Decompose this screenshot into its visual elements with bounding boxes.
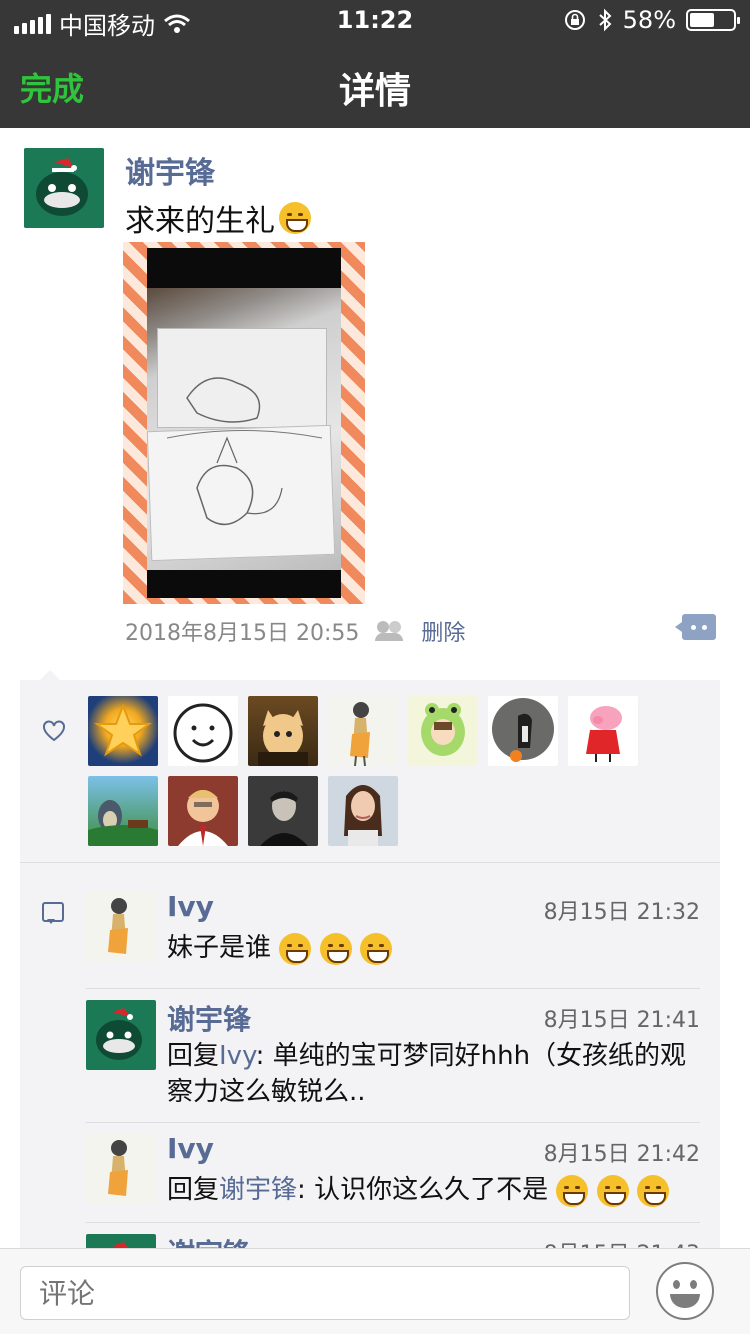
liker-avatar-grid [88, 696, 708, 846]
squint-laugh-emoji-icon [556, 1174, 589, 1207]
avatar-illustration [24, 148, 104, 228]
post-text: 求来的生礼 [125, 196, 311, 240]
grin-emoji-icon [359, 932, 392, 965]
comment-time: 8月15日 21:42 [543, 1142, 700, 1167]
liker-avatar[interactable] [168, 776, 238, 846]
liker-avatar[interactable] [408, 696, 478, 766]
bluetooth-icon [598, 8, 612, 32]
commenter-name[interactable]: Ivy [167, 1132, 214, 1165]
battery-percent: 58% [622, 6, 676, 34]
comment-time: 8月15日 21:43 [544, 1236, 700, 1248]
comment-item[interactable]: Ivy 8月15日 21:42 回复谢宇锋: 认识你这么久了不是 [86, 1132, 700, 1224]
comment-item[interactable]: 谢宇锋 8月15日 21:41 回复Ivy: 单纯的宝可梦同好hhh（女孩纸的观… [86, 1000, 700, 1124]
author-avatar[interactable] [24, 148, 104, 228]
squint-laugh-emoji-icon [636, 1174, 669, 1207]
comment-body: 妹子是谁 [167, 933, 272, 963]
commenter-avatar[interactable] [86, 1134, 156, 1204]
panel-arrow [40, 660, 60, 680]
post-timestamp: 2018年8月15日 20:55 [125, 621, 360, 646]
post-author-name[interactable]: 谢宇锋 [125, 148, 215, 192]
page-title: 详情 [338, 71, 411, 112]
liker-avatar[interactable] [88, 776, 158, 846]
comment-time: 8月15日 21:41 [543, 1008, 700, 1033]
battery-icon [686, 9, 740, 31]
comment-body: 认识你这么久了不是 [314, 1175, 549, 1205]
panel-divider [20, 862, 720, 863]
comment-separator [86, 988, 700, 989]
commenter-name[interactable]: 谢宇锋 [167, 998, 251, 1038]
liker-avatar[interactable] [88, 696, 158, 766]
moment-detail: 谢宇锋 求来的生礼 2018年8月15日 20:55 删除 Ivy 8月15日 … [0, 128, 750, 1248]
commenter-avatar[interactable] [86, 1234, 156, 1248]
post-text-content: 求来的生礼 [125, 204, 275, 239]
liker-avatar[interactable] [248, 696, 318, 766]
commenter-avatar[interactable] [86, 892, 156, 962]
commenter-name[interactable]: 谢宇锋 [167, 1232, 251, 1248]
reply-prefix: 回复 [167, 1175, 220, 1205]
navigation-bar: 完成 详情 [0, 40, 750, 128]
comment-item[interactable]: 谢宇锋 8月15日 21:43 [86, 1234, 700, 1248]
liker-avatar[interactable] [328, 776, 398, 846]
comment-text: 回复谢宇锋: 认识你这么久了不是 [167, 1172, 700, 1208]
delete-post-button[interactable]: 删除 [421, 615, 465, 647]
grin-emoji-icon [319, 932, 352, 965]
reply-separator: : [255, 1041, 273, 1071]
commenter-avatar[interactable] [86, 1000, 156, 1070]
comment-bubble-icon [42, 902, 64, 924]
squint-laugh-emoji-icon [596, 1174, 629, 1207]
commenter-name[interactable]: Ivy [167, 890, 214, 923]
visibility-people-icon [375, 621, 405, 641]
emoji-picker-icon[interactable] [656, 1262, 714, 1320]
comment-action-button[interactable] [675, 614, 716, 640]
comment-input[interactable] [20, 1266, 630, 1320]
liker-avatar[interactable] [248, 776, 318, 846]
photo-frame [146, 248, 341, 598]
rotation-lock-icon [564, 10, 585, 30]
reply-target-name[interactable]: Ivy [219, 1041, 256, 1071]
reply-target-name[interactable]: 谢宇锋 [219, 1175, 297, 1205]
liker-avatar[interactable] [568, 696, 638, 766]
comment-separator [86, 1222, 700, 1223]
likes-comments-panel: Ivy 8月15日 21:32 妹子是谁 谢宇锋 8月15日 21:41 回复I… [20, 680, 720, 1248]
reply-prefix: 回复 [167, 1041, 220, 1071]
comment-input-bar [0, 1248, 750, 1334]
status-bar: 中国移动 11:22 58% [0, 0, 750, 40]
likes-section [20, 680, 720, 862]
comment-separator [86, 1122, 700, 1123]
heart-icon [43, 720, 65, 742]
comment-time: 8月15日 21:32 [543, 900, 700, 925]
grin-emoji-icon [279, 932, 312, 965]
post-image[interactable] [123, 242, 365, 604]
post-meta: 2018年8月15日 20:55 删除 [125, 615, 465, 647]
liker-avatar[interactable] [328, 696, 398, 766]
reply-separator: : [297, 1175, 315, 1205]
liker-avatar[interactable] [488, 696, 558, 766]
laughing-emoji-icon [279, 202, 311, 234]
photo-content [146, 288, 341, 570]
comment-item[interactable]: Ivy 8月15日 21:32 妹子是谁 [86, 890, 700, 990]
comment-text: 回复Ivy: 单纯的宝可梦同好hhh（女孩纸的观察力这么敏锐么.. [167, 1038, 700, 1110]
comment-text: 妹子是谁 [167, 930, 700, 966]
sketch-drawing [166, 377, 323, 526]
liker-avatar[interactable] [168, 696, 238, 766]
